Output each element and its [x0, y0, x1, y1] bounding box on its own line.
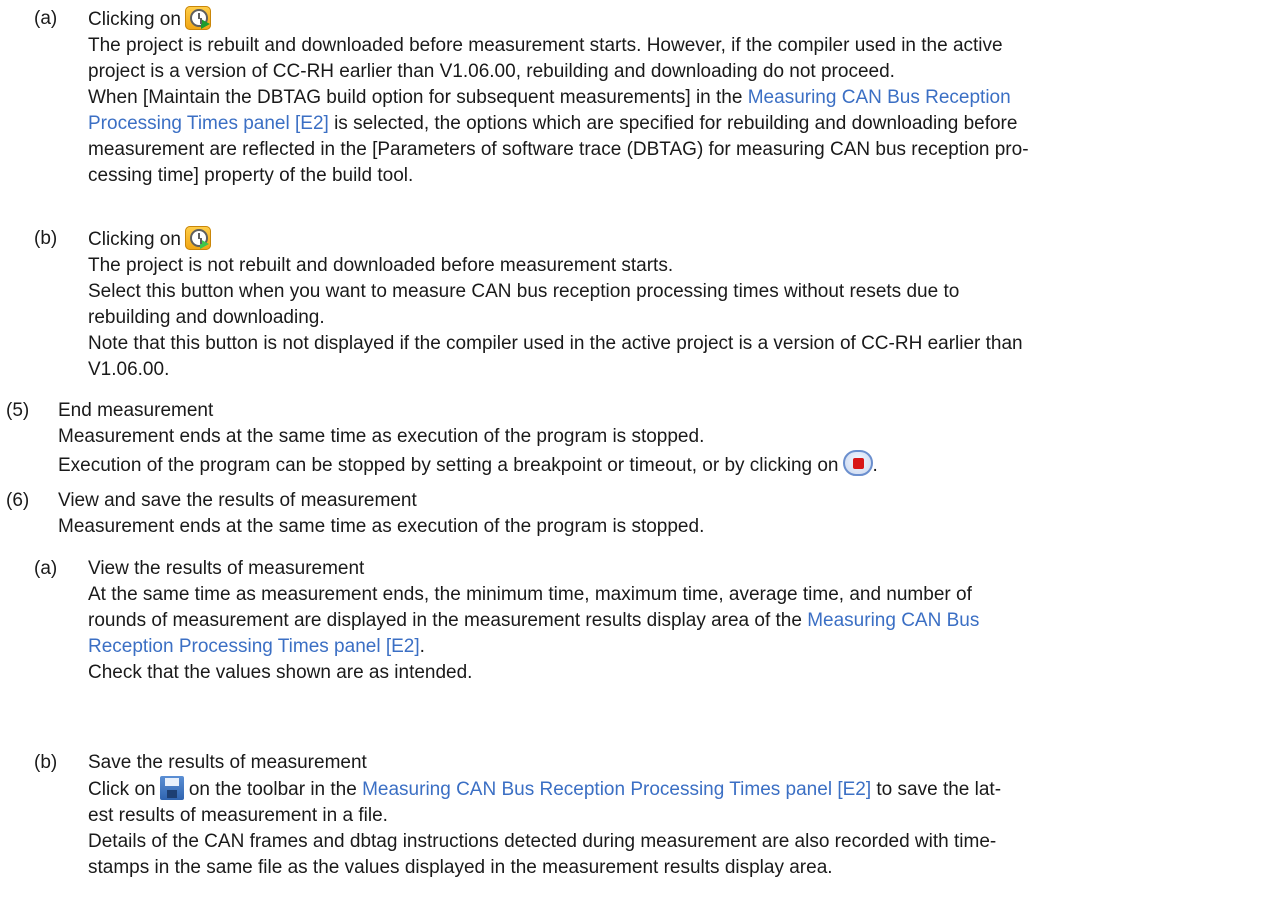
- section-heading: Clicking on: [88, 226, 1023, 253]
- item-label-a: (a): [34, 8, 58, 29]
- paragraph-line: When [Maintain the DBTAG build option fo…: [88, 87, 1011, 108]
- panel-link[interactable]: Reception Processing Times panel [E2]: [88, 636, 420, 657]
- paragraph-line: cessing time] property of the build tool…: [88, 165, 414, 186]
- paragraph-line: Reception Processing Times panel [E2].: [88, 636, 425, 657]
- paragraph-line: est results of measurement in a file.: [88, 805, 388, 826]
- save-icon[interactable]: [159, 776, 184, 800]
- section-a-rebuild: Clicking on The project is rebuilt and d…: [88, 6, 1029, 189]
- paragraph-line: measurement are reflected in the [Parame…: [88, 139, 1029, 160]
- start-measurement-without-rebuild-icon[interactable]: [184, 226, 211, 250]
- panel-link[interactable]: Measuring CAN Bus Reception Processing T…: [362, 779, 871, 800]
- paragraph-line: project is a version of CC-RH earlier th…: [88, 61, 895, 82]
- section-view-and-save: View and save the results of measurement…: [58, 488, 704, 540]
- item-label-a: (a): [34, 558, 58, 579]
- section-heading: View and save the results of measurement: [58, 490, 417, 511]
- section-heading: Save the results of measurement: [88, 752, 367, 773]
- paragraph-line: stamps in the same file as the values di…: [88, 857, 833, 878]
- section-view-results: View the results of measurement At the s…: [88, 556, 979, 686]
- panel-link[interactable]: Measuring CAN Bus Reception: [748, 87, 1011, 108]
- start-measurement-with-rebuild-icon[interactable]: [184, 6, 211, 30]
- item-label-b: (b): [34, 228, 58, 249]
- section-save-results: Save the results of measurement Click on…: [88, 750, 1001, 881]
- item-label-b: (b): [34, 752, 58, 773]
- paragraph-line: Note that this button is not displayed i…: [88, 333, 1023, 354]
- paragraph-line: Execution of the program can be stopped …: [58, 450, 878, 479]
- paragraph-line: The project is not rebuilt and downloade…: [88, 255, 674, 276]
- paragraph-line: V1.06.00.: [88, 359, 170, 380]
- section-end-measurement: End measurement Measurement ends at the …: [58, 398, 878, 479]
- paragraph-line: At the same time as measurement ends, th…: [88, 584, 972, 605]
- panel-link[interactable]: Measuring CAN Bus: [807, 610, 979, 631]
- paragraph-line: Measurement ends at the same time as exe…: [58, 426, 705, 447]
- paragraph-line: rebuilding and downloading.: [88, 307, 325, 328]
- paragraph-line: Processing Times panel [E2] is selected,…: [88, 113, 1018, 134]
- paragraph-line: The project is rebuilt and downloaded be…: [88, 35, 1003, 56]
- step-label-6: (6): [6, 490, 30, 511]
- paragraph-line: Click on on the toolbar in the Measuring…: [88, 776, 1001, 803]
- paragraph-line: Measurement ends at the same time as exe…: [58, 516, 705, 537]
- stop-icon[interactable]: [842, 450, 873, 476]
- paragraph-line: Check that the values shown are as inten…: [88, 662, 473, 683]
- paragraph-line: Select this button when you want to meas…: [88, 281, 960, 302]
- panel-link[interactable]: Processing Times panel [E2]: [88, 113, 329, 134]
- section-heading: End measurement: [58, 400, 214, 421]
- paragraph-line: Details of the CAN frames and dbtag inst…: [88, 831, 997, 852]
- paragraph-line: rounds of measurement are displayed in t…: [88, 610, 980, 631]
- step-label-5: (5): [6, 400, 30, 421]
- section-heading: View the results of measurement: [88, 558, 365, 579]
- section-heading: Clicking on: [88, 6, 1029, 33]
- section-b-no-rebuild: Clicking on The project is not rebuilt a…: [88, 226, 1023, 383]
